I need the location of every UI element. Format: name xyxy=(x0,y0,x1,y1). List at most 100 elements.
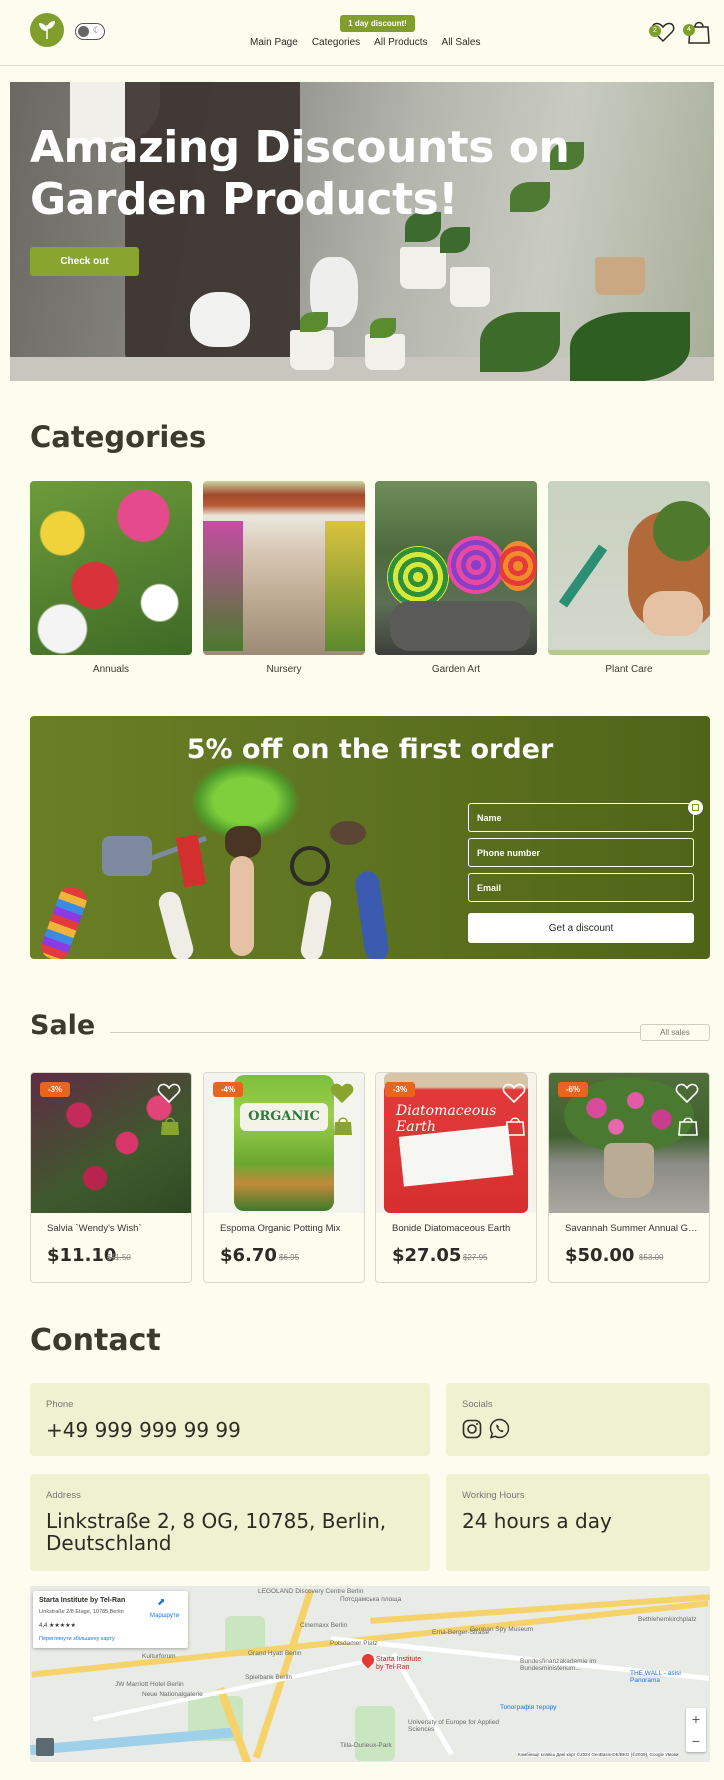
map-label: JW Marriott Hotel Berlin xyxy=(115,1681,184,1688)
bag-icon[interactable] xyxy=(677,1113,699,1137)
theme-toggle[interactable]: ☾ xyxy=(75,23,105,40)
larger-map-link[interactable]: Переглянути збільшену карту xyxy=(39,1636,115,1642)
snail-art xyxy=(447,536,505,594)
logo-icon[interactable] xyxy=(30,13,64,47)
map-label: University of Europe for Applied Science… xyxy=(408,1719,500,1733)
autofill-glyph xyxy=(692,804,699,811)
hero-title: Amazing Discounts on Garden Products! xyxy=(30,122,570,226)
category-plant-care-image[interactable] xyxy=(548,481,710,655)
nav-main-page[interactable]: Main Page xyxy=(250,37,298,48)
product-price: $50.00 xyxy=(565,1245,635,1266)
check-out-button[interactable]: Check out xyxy=(30,247,139,276)
pin-label[interactable]: Starta Institute by Tel-Ran xyxy=(376,1656,421,1672)
zoom-out-button[interactable]: − xyxy=(686,1730,706,1752)
address-value[interactable]: Linkstraße 2, 8 OG, 10785, Berlin, Deuts… xyxy=(46,1510,386,1554)
trowel-soil xyxy=(330,821,366,845)
cart-button[interactable]: 4 xyxy=(683,17,712,45)
embedded-map[interactable]: LEGOLAND Discovery Centre Berlin Потсдам… xyxy=(30,1586,710,1762)
hero-pot xyxy=(450,267,490,307)
arm-illustration xyxy=(299,889,333,959)
product-card[interactable]: Diatomaceous Earth -3% Bonide Diatomaceo… xyxy=(375,1072,537,1283)
product-name[interactable]: Salvia `Wendy's Wish` xyxy=(47,1223,182,1234)
snail-art xyxy=(499,541,537,591)
hours-label: Working Hours xyxy=(462,1490,525,1501)
address-line2: Deutschland xyxy=(46,1531,172,1555)
category-label[interactable]: Annuals xyxy=(30,664,192,675)
location-pin-icon[interactable] xyxy=(359,1651,377,1669)
product-card[interactable]: -6% Savannah Summer Annual Garden $50.00… xyxy=(548,1072,710,1283)
phone-value[interactable]: +49 999 999 99 99 xyxy=(46,1419,241,1441)
category-label[interactable]: Nursery xyxy=(203,664,365,675)
rocks xyxy=(390,601,530,651)
arm-illustration xyxy=(353,869,391,959)
nav-all-products[interactable]: All Products xyxy=(374,37,427,48)
address-label: Address xyxy=(46,1490,81,1501)
whatsapp-icon[interactable] xyxy=(489,1418,510,1439)
all-sales-button[interactable]: All sales xyxy=(640,1024,710,1041)
category-garden-art-image[interactable] xyxy=(375,481,537,655)
nav-categories[interactable]: Categories xyxy=(312,37,360,48)
discount-badge: -3% xyxy=(385,1082,415,1097)
product-name[interactable]: Bonide Diatomaceous Earth xyxy=(392,1223,527,1234)
arm-illustration xyxy=(38,883,90,959)
map-label: Potsdamer Platz xyxy=(330,1640,378,1647)
zoom-in-button[interactable]: + xyxy=(686,1708,706,1730)
map-label: Grand Hyatt Berlin xyxy=(248,1650,302,1657)
product-card[interactable]: -3% Salvia `Wendy's Wish` $11.10 $11.50 xyxy=(30,1072,192,1283)
nav-all-sales[interactable]: All Sales xyxy=(442,37,481,48)
old-price: $53.00 xyxy=(639,1253,664,1262)
map-attribution[interactable]: Комбінації клавіш Дані карт ©2024 GeoBas… xyxy=(518,1752,679,1757)
heart-icon[interactable] xyxy=(675,1082,699,1104)
category-nursery-image[interactable] xyxy=(203,481,365,655)
product-name[interactable]: Savannah Summer Annual Garden xyxy=(565,1223,700,1234)
old-price: $6.95 xyxy=(279,1253,300,1262)
hero-leaf xyxy=(570,312,690,381)
bag-icon[interactable] xyxy=(159,1113,181,1137)
hero-leaf xyxy=(300,312,328,332)
old-price: $27.95 xyxy=(463,1253,488,1262)
heart-icon[interactable] xyxy=(502,1082,526,1104)
discount-badge: -4% xyxy=(213,1082,243,1097)
satellite-toggle[interactable] xyxy=(36,1738,54,1756)
favorites-button[interactable]: 2 xyxy=(649,19,676,45)
contact-title: Contact xyxy=(30,1323,161,1358)
map-info-card: Starta Institute by Tel-Ran Linkstraße 2… xyxy=(33,1591,188,1648)
bag-icon[interactable] xyxy=(332,1113,354,1137)
email-field[interactable] xyxy=(468,873,694,902)
heart-icon[interactable] xyxy=(330,1082,354,1104)
name-field[interactable] xyxy=(468,803,694,832)
hero-leaf xyxy=(370,318,396,338)
product-card[interactable]: ORGANIC -4% Espoma Organic Potting Mix $… xyxy=(203,1072,365,1283)
category-annuals-image[interactable] xyxy=(30,481,192,655)
sale-title: Sale xyxy=(30,1010,96,1041)
product-name[interactable]: Espoma Organic Potting Mix xyxy=(220,1223,355,1234)
snail-art xyxy=(387,546,449,608)
old-price: $11.50 xyxy=(107,1253,131,1262)
section-divider xyxy=(110,1032,640,1033)
categories-title: Categories xyxy=(30,420,207,454)
category-label[interactable]: Garden Art xyxy=(375,664,537,675)
discount-badge: -6% xyxy=(558,1082,588,1097)
bag-icon[interactable] xyxy=(504,1113,526,1137)
autofill-icon[interactable] xyxy=(688,800,703,815)
favorites-count: 2 xyxy=(649,25,661,37)
promo-title: 5% off on the first order xyxy=(186,734,554,765)
arm-illustration xyxy=(156,889,196,959)
phone-field[interactable] xyxy=(468,838,694,867)
pruning-shears xyxy=(290,846,330,886)
directions-icon[interactable]: ⬈ xyxy=(157,1597,167,1609)
discount-badge: -3% xyxy=(40,1082,70,1097)
moon-icon: ☾ xyxy=(92,26,101,36)
category-label[interactable]: Plant Care xyxy=(548,664,710,675)
directions-link[interactable]: Маршрути xyxy=(150,1613,179,1619)
get-discount-button[interactable]: Get a discount xyxy=(468,913,694,943)
watering-can xyxy=(102,836,152,876)
hero-paper-bag xyxy=(595,257,645,295)
discount-promo: 5% off on the first order Get a discount xyxy=(30,716,710,959)
discount-badge[interactable]: 1 day discount! xyxy=(340,15,415,32)
heart-icon[interactable] xyxy=(157,1082,181,1104)
nursery-plants-left xyxy=(203,521,243,651)
map-label: Neue Nationalgalerie xyxy=(142,1691,203,1698)
product-price: $6.70 xyxy=(220,1245,277,1266)
instagram-icon[interactable] xyxy=(462,1419,482,1439)
